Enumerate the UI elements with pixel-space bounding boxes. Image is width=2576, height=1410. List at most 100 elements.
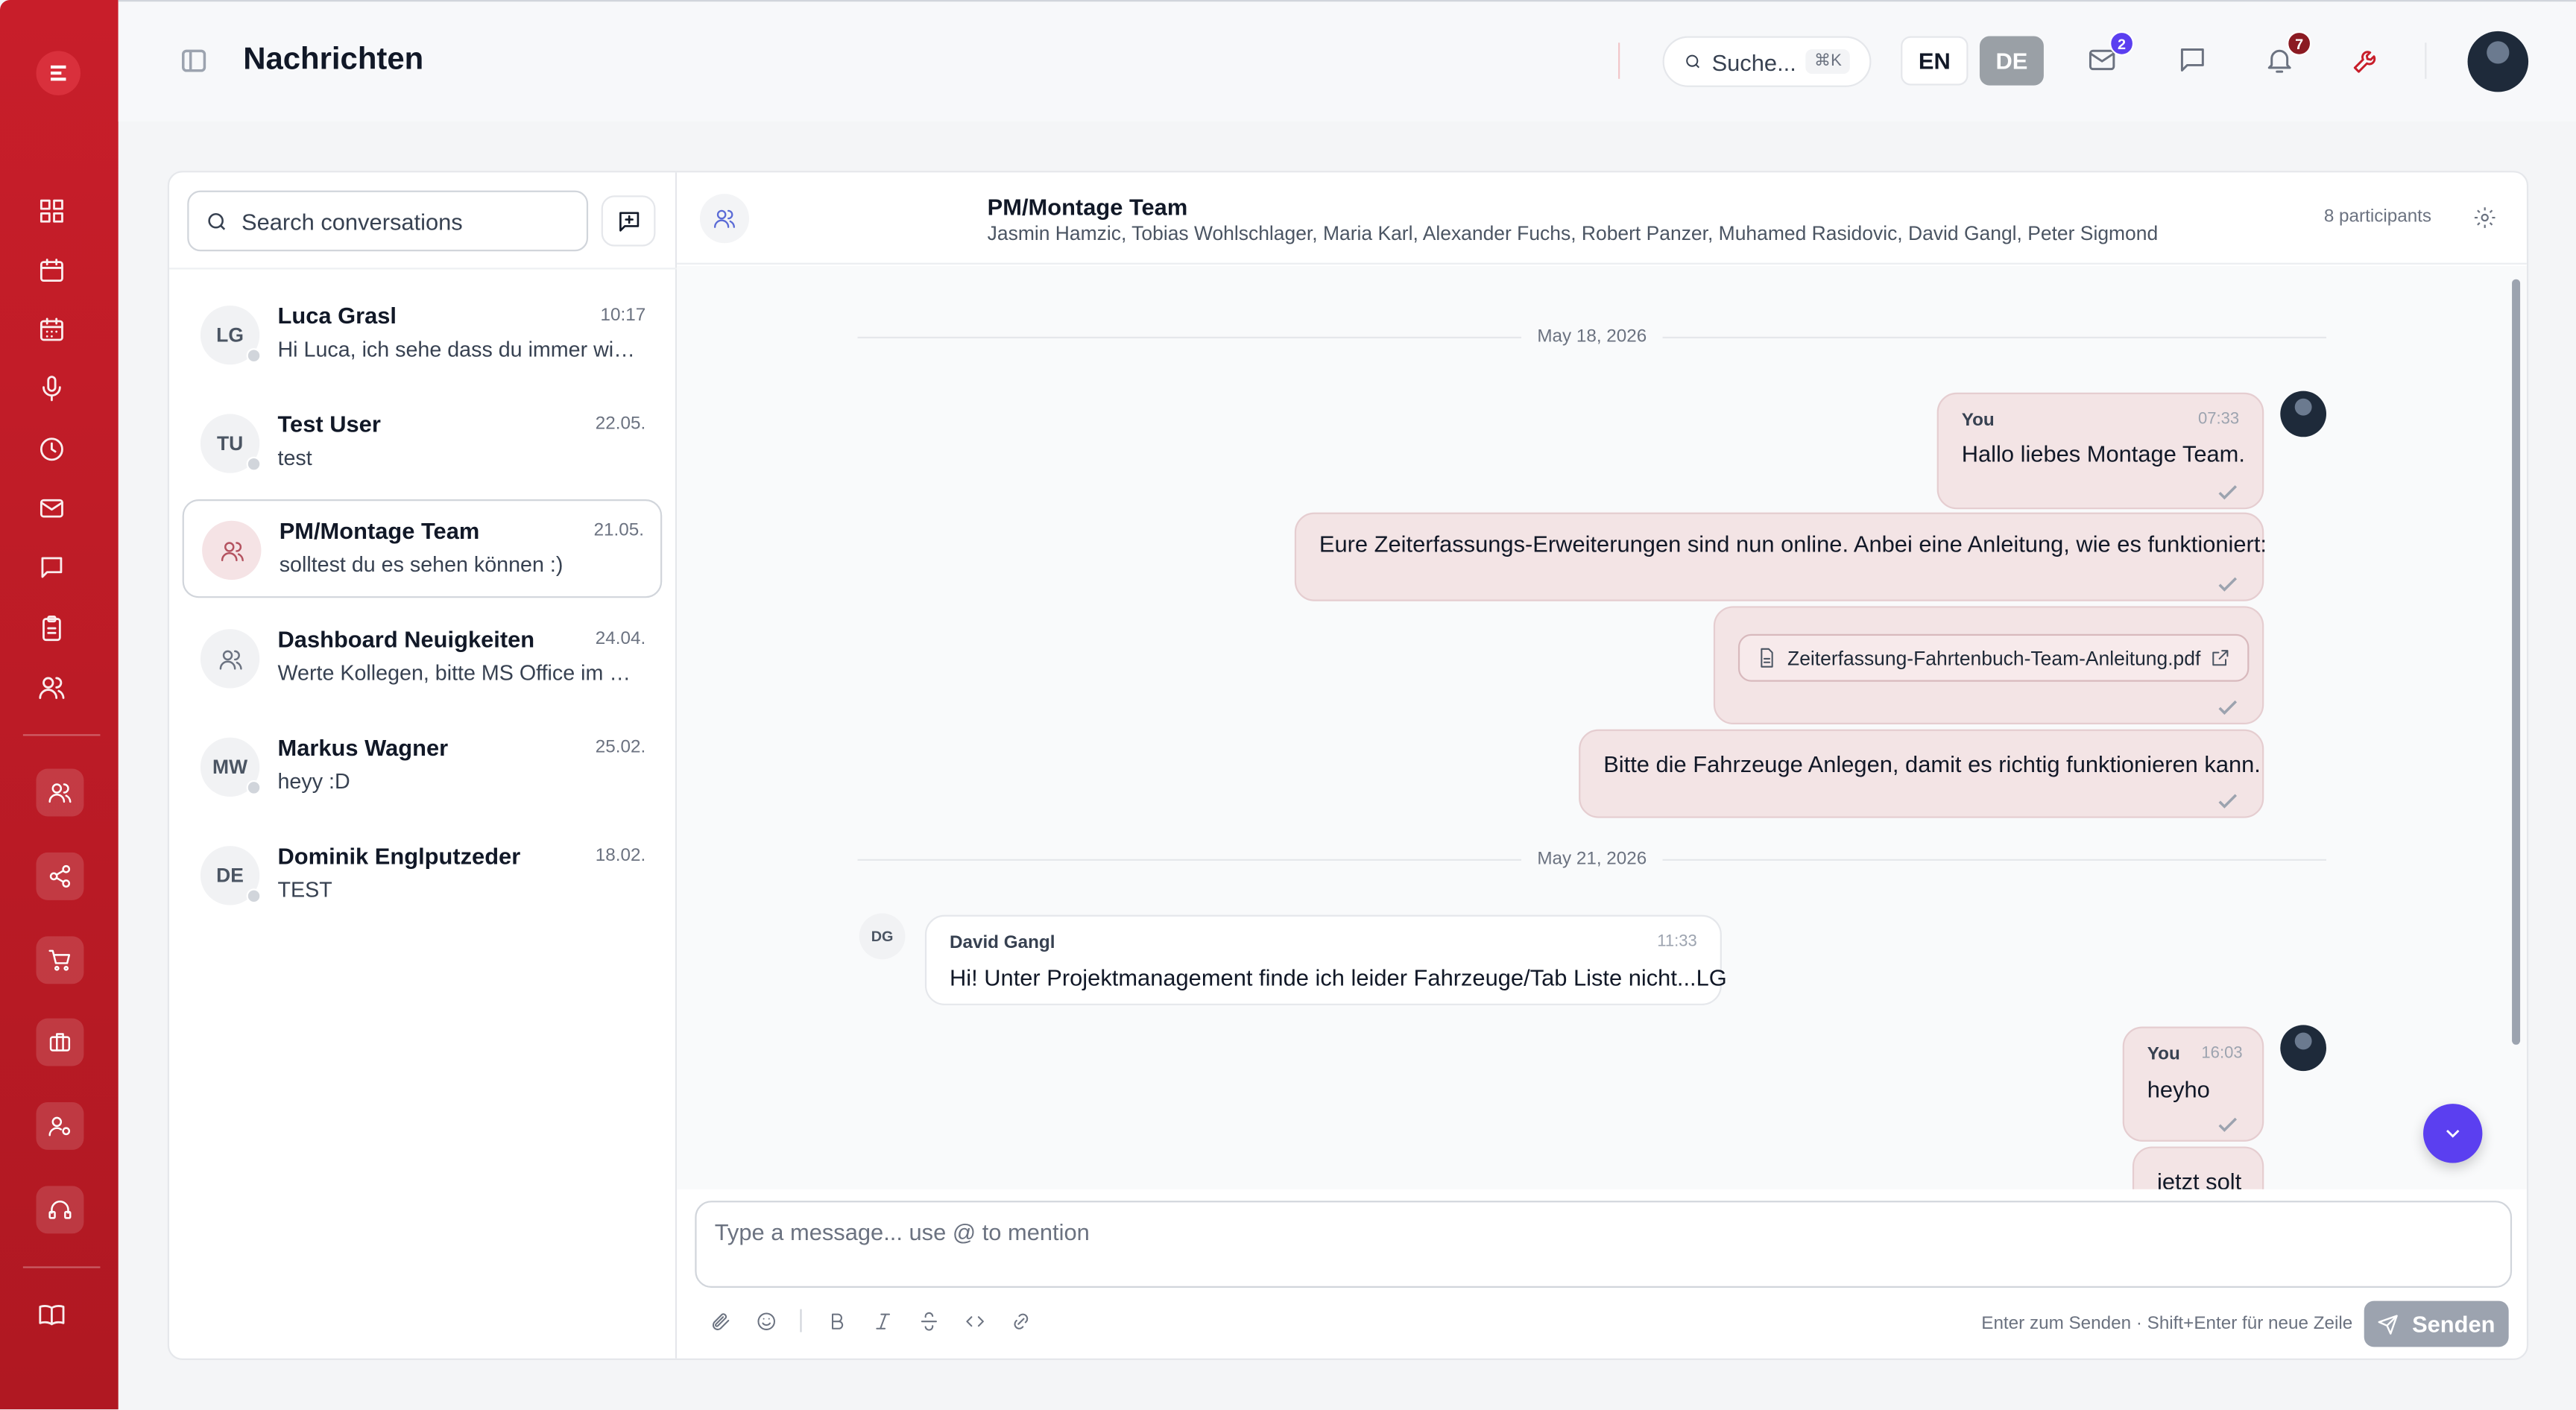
list-item[interactable]: MW Markus Wagner 25.02. heyy :D	[183, 718, 663, 816]
conversation-name: Test User	[277, 411, 381, 437]
paperclip-icon[interactable]	[708, 1309, 731, 1332]
avatar: MW	[200, 737, 262, 797]
presence-dot	[246, 780, 262, 795]
calendar-grid-icon[interactable]	[33, 311, 69, 347]
app-logo[interactable]	[36, 51, 81, 95]
message-bubble: jetzt solt	[2132, 1146, 2264, 1189]
scroll-to-bottom-button[interactable]	[2423, 1104, 2483, 1163]
conversation-name: Markus Wagner	[277, 734, 449, 761]
list-item[interactable]: TU Test User 22.05. test	[183, 394, 663, 493]
message-text: Eure Zeiterfassungs-Erweiterungen sind n…	[1319, 530, 2267, 557]
date-label: May 21, 2026	[1537, 849, 1647, 869]
message-bubble: Zeiterfassung-Fahrtenbuch-Team-Anleitung…	[1713, 606, 2264, 725]
avatar	[200, 629, 260, 689]
file-attachment[interactable]: Zeiterfassung-Fahrtenbuch-Team-Anleitung…	[1737, 633, 2250, 682]
chat-button[interactable]	[2176, 45, 2209, 78]
emoji-icon[interactable]	[754, 1309, 777, 1332]
bold-icon[interactable]	[824, 1309, 847, 1332]
message-bubble: You 16:03 heyho	[2122, 1026, 2264, 1142]
send-button[interactable]: Senden	[2364, 1300, 2509, 1347]
scrollbar[interactable]	[2512, 279, 2521, 1045]
message-time: 11:33	[1657, 932, 1697, 952]
mail-button[interactable]: 2	[2086, 31, 2135, 78]
link-icon[interactable]	[1008, 1309, 1032, 1332]
clock-icon[interactable]	[33, 430, 69, 466]
conversation-name: Luca Grasl	[277, 302, 397, 329]
chat-icon	[2180, 48, 2204, 72]
chat-members: Jasmin Hamzic, Tobias Wohlschlager, Mari…	[987, 221, 2159, 245]
message-sender: David Gangl	[949, 932, 1055, 953]
wrench-icon	[2353, 51, 2376, 73]
message-composer[interactable]	[695, 1201, 2513, 1289]
list-item[interactable]: PM/Montage Team 21.05. solltest du es se…	[182, 499, 663, 598]
lang-en-button[interactable]: EN	[1901, 36, 1969, 86]
conversation-search-input[interactable]	[242, 207, 554, 235]
list-item[interactable]: Dashboard Neuigkeiten 24.04. Werte Kolle…	[183, 610, 663, 708]
message-sender: You	[1961, 411, 1995, 431]
send-icon	[2378, 1314, 2399, 1334]
user-settings-icon[interactable]	[36, 1101, 84, 1150]
user-avatar[interactable]	[2467, 31, 2529, 92]
check-icon	[2218, 572, 2238, 592]
list-item[interactable]: DE Dominik Englputzeder 18.02. TEST	[183, 826, 663, 925]
mail-icon[interactable]	[33, 490, 69, 525]
conversation-preview: Werte Kollegen, bitte MS Office im Da...	[277, 660, 646, 686]
message-text: Bitte die Fahrzeuge Anlegen, damit es ri…	[1603, 750, 2261, 777]
avatar	[2280, 1025, 2327, 1072]
list-divider	[169, 268, 678, 270]
clipboard-icon[interactable]	[33, 610, 69, 645]
italic-icon[interactable]	[871, 1309, 894, 1332]
check-icon	[2218, 695, 2238, 715]
group-icon	[218, 649, 242, 669]
team-icon[interactable]	[36, 768, 84, 817]
mail-badge: 2	[2109, 31, 2135, 56]
list-item[interactable]: LG Luca Grasl 10:17 Hi Luca, ich sehe da…	[183, 286, 663, 385]
book-icon[interactable]	[33, 1296, 69, 1332]
lang-de-button[interactable]: DE	[1979, 36, 2044, 86]
send-label: Senden	[2412, 1310, 2496, 1338]
new-conversation-button[interactable]	[601, 195, 656, 247]
message-input[interactable]	[714, 1218, 2490, 1268]
date-label: May 18, 2026	[1537, 326, 1647, 347]
conversation-preview: test	[277, 445, 312, 470]
briefcase-icon[interactable]	[36, 1018, 84, 1066]
avatar-initials: DE	[216, 864, 244, 888]
conversation-preview: TEST	[277, 876, 332, 902]
presence-dot	[246, 456, 262, 472]
share-icon[interactable]	[36, 852, 84, 900]
tools-button[interactable]	[2351, 45, 2384, 78]
strikethrough-icon[interactable]	[917, 1309, 940, 1332]
file-name: Zeiterfassung-Fahrtenbuch-Team-Anleitung…	[1787, 646, 2201, 670]
avatar: LG	[200, 305, 262, 365]
message-text: heyho	[2147, 1075, 2210, 1102]
message-list[interactable]: May 18, 2026 You 07:33 Hallo liebes Mont…	[677, 266, 2527, 1189]
notifications-button[interactable]: 7	[2264, 31, 2312, 78]
notifications-badge: 7	[2287, 31, 2312, 56]
conversation-time: 21.05.	[593, 520, 645, 541]
chat-icon[interactable]	[33, 548, 69, 584]
topbar-divider	[2425, 42, 2427, 79]
conversation-search[interactable]	[187, 190, 589, 252]
message-sender: You	[2147, 1044, 2180, 1065]
headset-icon[interactable]	[36, 1186, 84, 1234]
participants-count[interactable]: 8 participants	[2324, 207, 2431, 227]
message-text: Hallo liebes Montage Team.	[1961, 440, 2245, 467]
conversation-list: LG Luca Grasl 10:17 Hi Luca, ich sehe da…	[169, 172, 678, 1359]
chevron-down-icon	[2446, 1129, 2460, 1138]
check-icon	[2218, 788, 2238, 809]
sidebar-toggle-icon[interactable]	[180, 48, 206, 74]
chat-area: PM/Montage Team Jasmin Hamzic, Tobias Wo…	[677, 172, 2527, 1358]
global-search-button[interactable]: Suche... ⌘K	[1662, 36, 1872, 87]
calendar-icon[interactable]	[33, 251, 69, 287]
microphone-icon[interactable]	[33, 370, 69, 405]
code-icon[interactable]	[963, 1309, 986, 1332]
dashboard-icon[interactable]	[33, 192, 69, 228]
external-link-icon	[2213, 650, 2229, 666]
gear-icon[interactable]	[2472, 206, 2497, 230]
group-icon	[713, 209, 736, 228]
conversation-preview: Hi Luca, ich sehe dass du immer wied...	[277, 336, 646, 361]
cart-icon[interactable]	[36, 936, 84, 984]
users-icon[interactable]	[33, 668, 69, 704]
search-label: Suche...	[1711, 48, 1796, 75]
check-icon	[2218, 480, 2238, 500]
